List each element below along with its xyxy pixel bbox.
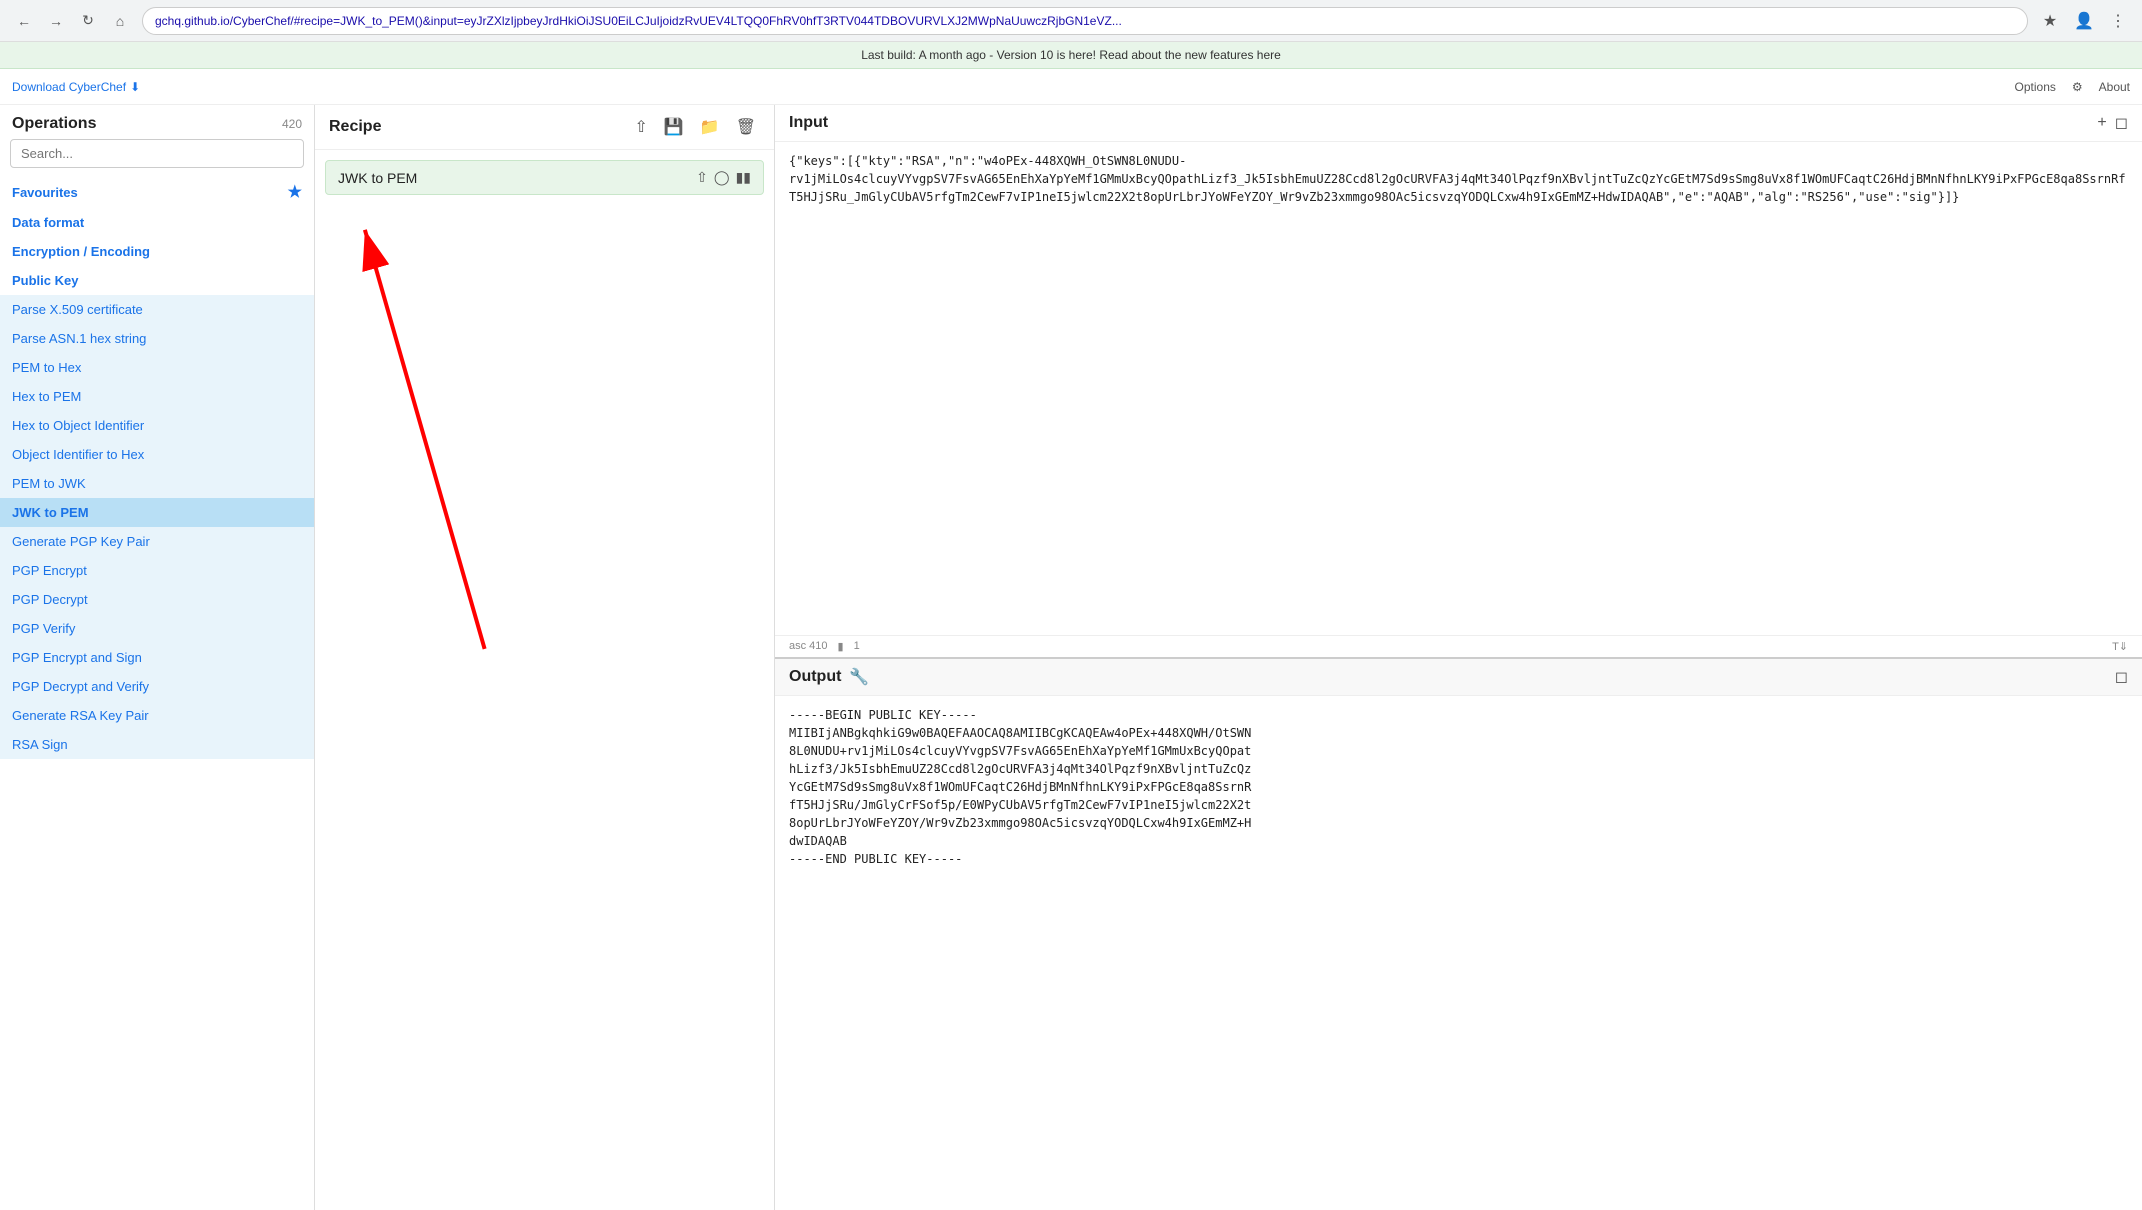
recipe-item-controls: ⇧ ◯ ▮▮	[696, 169, 751, 186]
top-bar: Download CyberChef ⬇ Options ⚙ About	[0, 69, 2142, 105]
sidebar-category-data-format[interactable]: Data format	[0, 208, 314, 237]
input-line-sep: ▮	[838, 640, 844, 653]
recipe-item-up-button[interactable]: ⇧	[696, 169, 708, 186]
sidebar-item-parse-asn1[interactable]: Parse ASN.1 hex string	[0, 324, 314, 353]
browser-icons: ★ 👤 ⋮	[2036, 7, 2132, 35]
output-textarea[interactable]: -----BEGIN PUBLIC KEY----- MIIBIjANBgkqh…	[775, 696, 2142, 1210]
sidebar-item-pem-to-hex[interactable]: PEM to Hex	[0, 353, 314, 382]
forward-button[interactable]: →	[42, 7, 70, 35]
profile-button[interactable]: 👤	[2070, 7, 2098, 35]
input-textarea[interactable]: {"keys":[{"kty":"RSA","n":"w4oPEx-448XQW…	[775, 142, 2142, 635]
sidebar-item-hex-to-pem[interactable]: Hex to PEM	[0, 382, 314, 411]
about-button[interactable]: About	[2099, 80, 2130, 94]
sidebar-title: Operations	[12, 115, 96, 133]
sidebar-list: Favourites ★ Data format Encryption / En…	[0, 176, 314, 1210]
menu-button[interactable]: ⋮	[2104, 7, 2132, 35]
sidebar-header: Operations 420	[0, 105, 314, 139]
output-panel: Output 🔧 ◻ -----BEGIN PUBLIC KEY----- MI…	[775, 659, 2142, 1210]
sidebar-item-generate-rsa[interactable]: Generate RSA Key Pair	[0, 701, 314, 730]
magic-wand-icon[interactable]: 🔧	[849, 667, 869, 687]
input-add-button[interactable]: +	[2097, 113, 2106, 133]
recipe-save-button[interactable]: 💾	[660, 115, 688, 139]
main-layout: Operations 420 Favourites ★ Data format …	[0, 105, 2142, 1210]
input-title: Input	[789, 114, 828, 132]
browser-bar: ← → ↻ ⌂ ★ 👤 ⋮	[0, 0, 2142, 42]
red-arrow-annotation	[315, 150, 774, 948]
sidebar-item-parse-x509[interactable]: Parse X.509 certificate	[0, 295, 314, 324]
sidebar-section-favourites[interactable]: Favourites ★	[0, 176, 314, 208]
nav-buttons: ← → ↻ ⌂	[10, 7, 134, 35]
recipe-actions: ⇧ 💾 📁 🗑	[630, 115, 760, 139]
sidebar-item-jwk-to-pem[interactable]: JWK to PEM	[0, 498, 314, 527]
ops-count: 420	[282, 117, 302, 131]
recipe-item-remove-button[interactable]: ▮▮	[736, 169, 751, 186]
sidebar-item-hex-to-oid[interactable]: Hex to Object Identifier	[0, 411, 314, 440]
options-button[interactable]: Options	[2015, 80, 2056, 94]
input-panel: Input + ◻ {"keys":[{"kty":"RSA","n":"w4o…	[775, 105, 2142, 659]
sidebar-item-pgp-encrypt-sign[interactable]: PGP Encrypt and Sign	[0, 643, 314, 672]
sidebar-category-public-key[interactable]: Public Key	[0, 266, 314, 295]
sidebar-item-oid-to-hex[interactable]: Object Identifier to Hex	[0, 440, 314, 469]
star-icon: ★	[288, 182, 302, 202]
download-icon: ⬇	[130, 80, 140, 94]
input-line-count: 1	[854, 640, 860, 652]
sidebar-item-pgp-decrypt-verify[interactable]: PGP Decrypt and Verify	[0, 672, 314, 701]
sidebar-item-generate-pgp[interactable]: Generate PGP Key Pair	[0, 527, 314, 556]
recipe-item-jwk-to-pem: JWK to PEM ⇧ ◯ ▮▮	[325, 160, 764, 195]
gear-icon[interactable]: ⚙	[2072, 80, 2083, 94]
recipe-item-label: JWK to PEM	[338, 170, 417, 186]
reload-button[interactable]: ↻	[74, 7, 102, 35]
recipe-content: JWK to PEM ⇧ ◯ ▮▮	[315, 150, 774, 1210]
input-header: Input + ◻	[775, 105, 2142, 142]
recipe-item-disable-button[interactable]: ◯	[714, 169, 730, 186]
input-char-count: asc 410	[789, 640, 828, 652]
sidebar-item-pgp-verify[interactable]: PGP Verify	[0, 614, 314, 643]
input-footer: asc 410 ▮ 1 T⇓	[775, 635, 2142, 657]
recipe-delete-button[interactable]: 🗑	[732, 115, 760, 139]
output-expand-button[interactable]: ◻	[2115, 667, 2128, 687]
bookmark-button[interactable]: ★	[2036, 7, 2064, 35]
download-text: Download CyberChef	[12, 80, 126, 94]
input-expand-button[interactable]: ◻	[2115, 113, 2128, 133]
top-right-actions: Options ⚙ About	[2015, 80, 2130, 94]
sidebar: Operations 420 Favourites ★ Data format …	[0, 105, 315, 1210]
address-bar[interactable]	[142, 7, 2028, 35]
recipe-title: Recipe	[329, 118, 381, 136]
sidebar-item-pgp-encrypt[interactable]: PGP Encrypt	[0, 556, 314, 585]
recipe-panel: Recipe ⇧ 💾 📁 🗑 JWK to PEM ⇧ ◯ ▮▮	[315, 105, 775, 1210]
output-title-row: Output 🔧	[789, 667, 869, 687]
sidebar-category-encryption[interactable]: Encryption / Encoding	[0, 237, 314, 266]
download-link[interactable]: Download CyberChef ⬇	[12, 80, 140, 94]
sidebar-item-pgp-decrypt[interactable]: PGP Decrypt	[0, 585, 314, 614]
recipe-header: Recipe ⇧ 💾 📁 🗑	[315, 105, 774, 150]
recipe-folder-button[interactable]: 📁	[696, 115, 724, 139]
input-font-button[interactable]: T⇓	[2112, 640, 2128, 653]
home-button[interactable]: ⌂	[106, 7, 134, 35]
notification-bar: Last build: A month ago - Version 10 is …	[0, 42, 2142, 69]
sidebar-item-pem-to-jwk[interactable]: PEM to JWK	[0, 469, 314, 498]
search-input[interactable]	[10, 139, 304, 168]
input-actions: + ◻	[2097, 113, 2128, 133]
recipe-up-button[interactable]: ⇧	[630, 115, 651, 139]
io-panels: Input + ◻ {"keys":[{"kty":"RSA","n":"w4o…	[775, 105, 2142, 1210]
output-header: Output 🔧 ◻	[775, 659, 2142, 696]
output-title: Output	[789, 668, 841, 686]
sidebar-item-rsa-sign[interactable]: RSA Sign	[0, 730, 314, 759]
back-button[interactable]: ←	[10, 7, 38, 35]
